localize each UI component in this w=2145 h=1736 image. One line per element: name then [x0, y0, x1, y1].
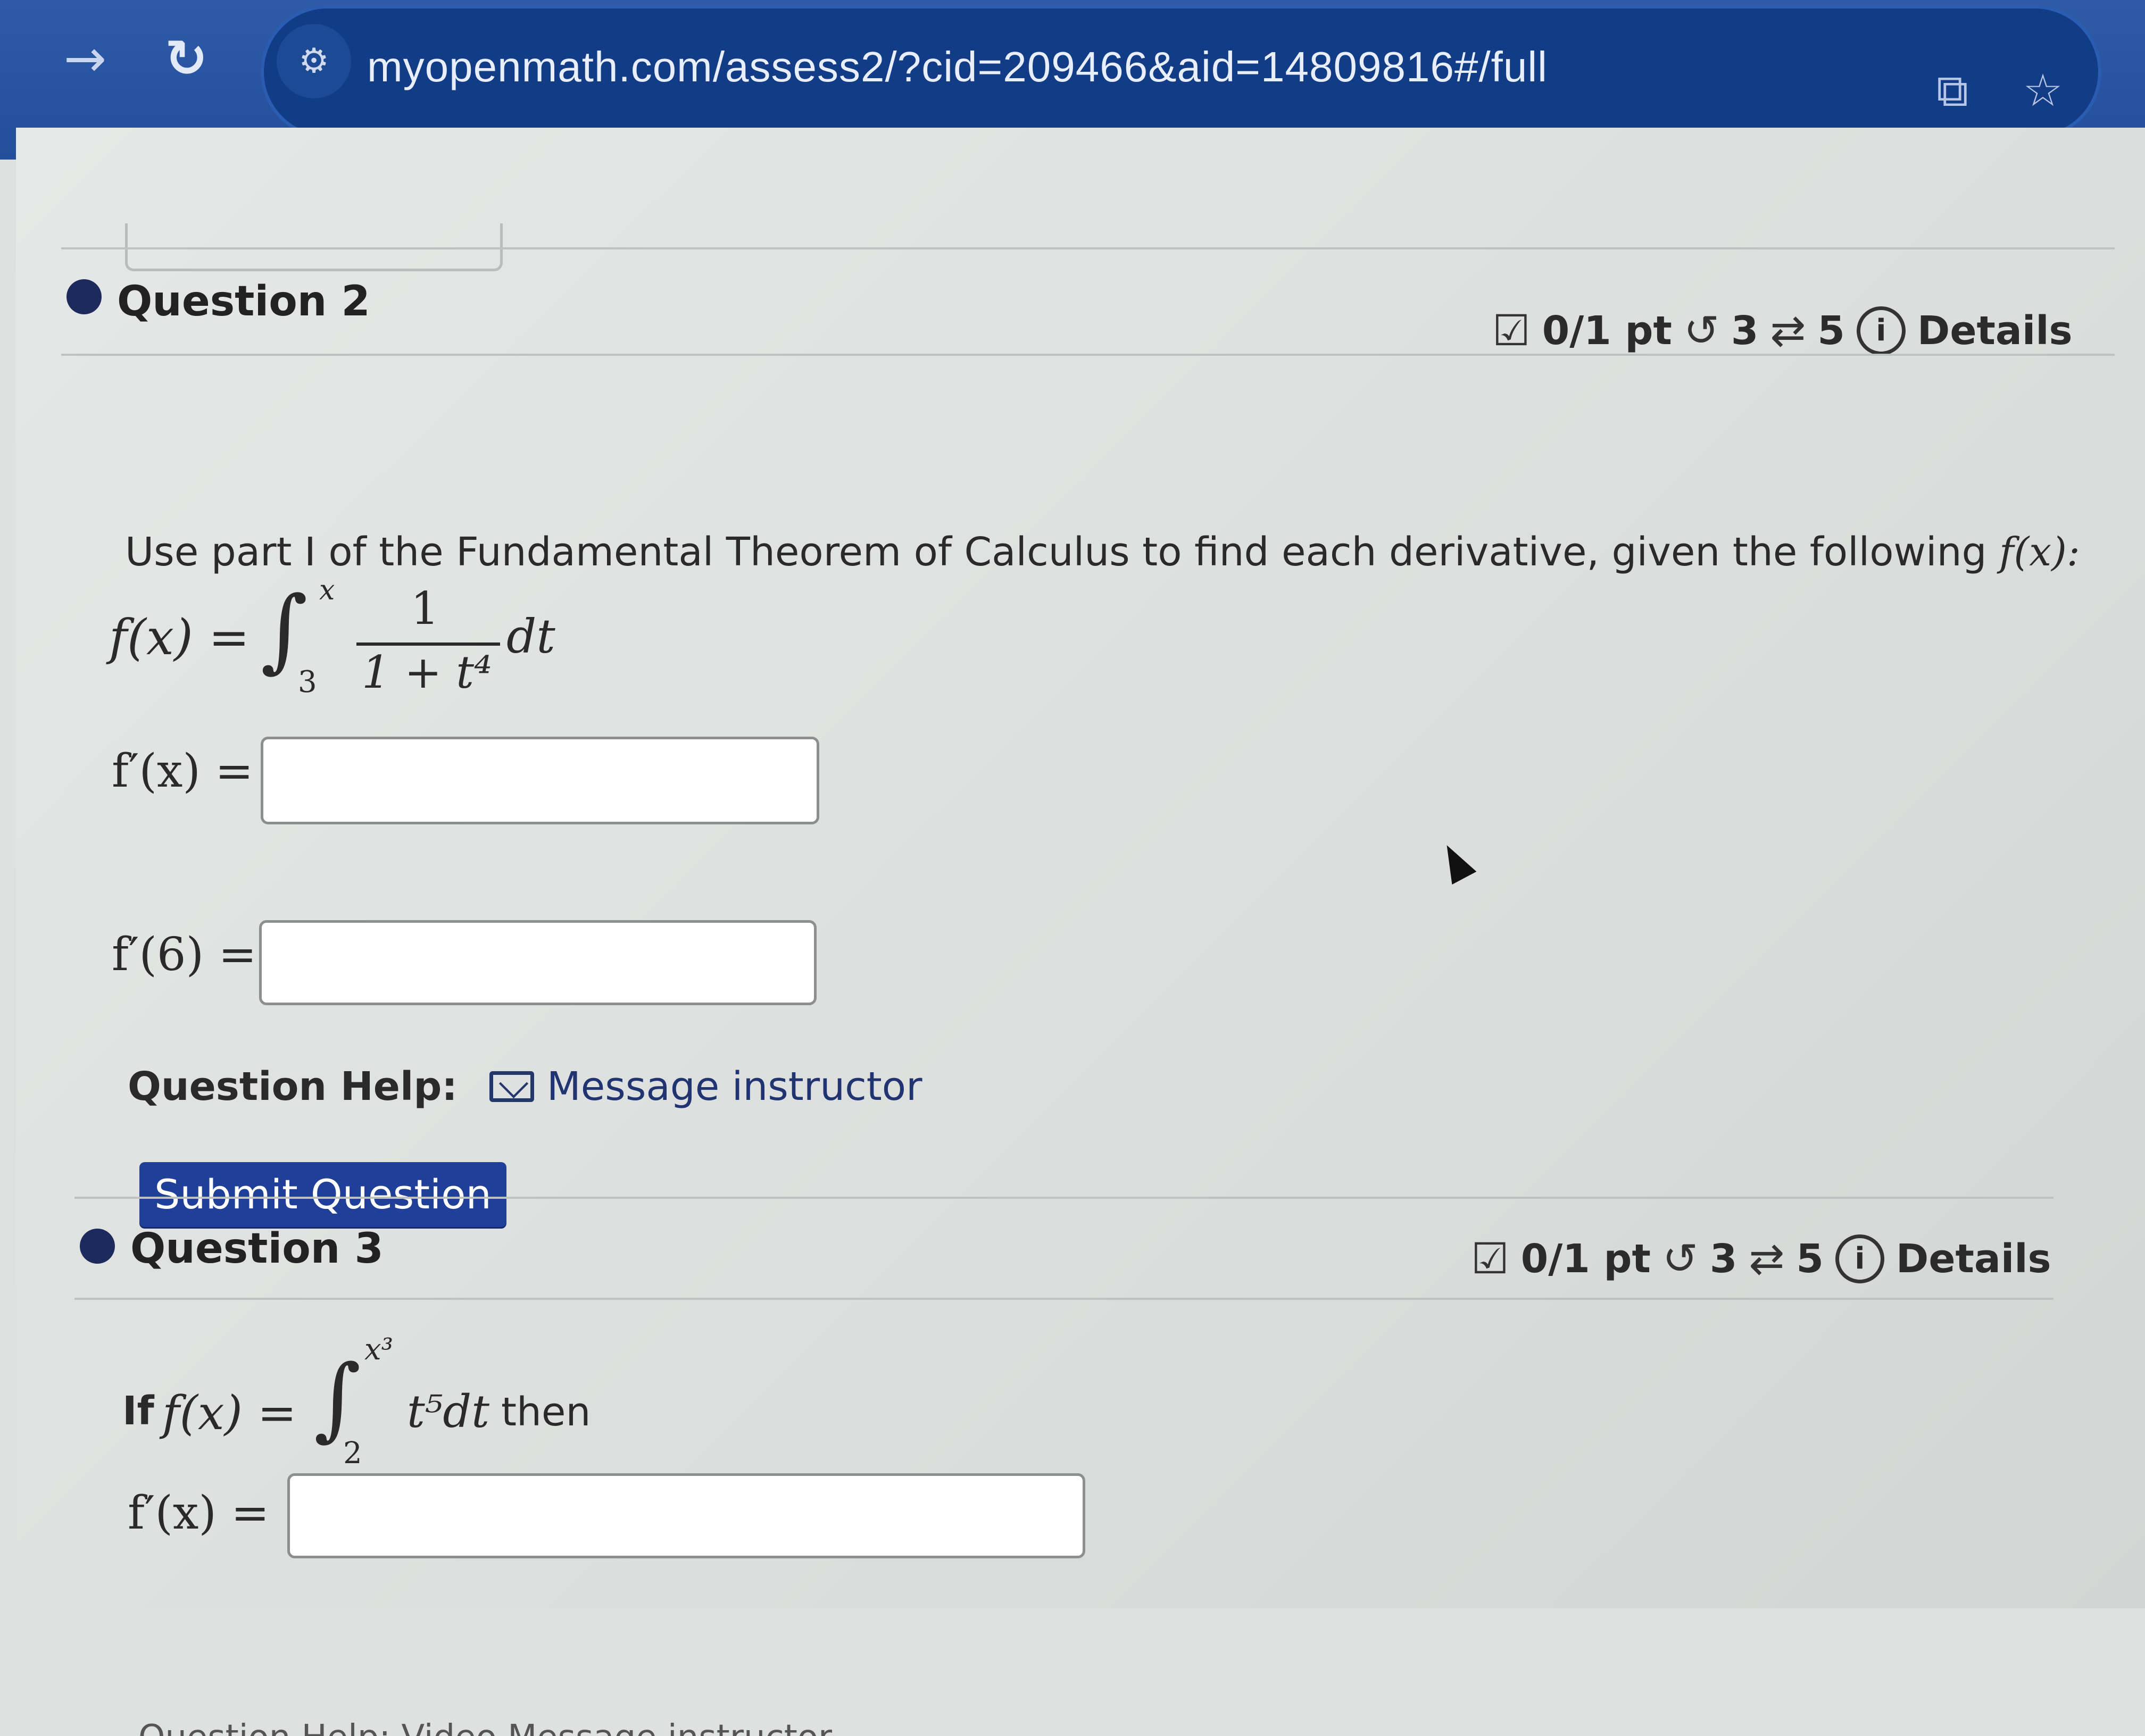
info-icon[interactable]: i — [1835, 1234, 1884, 1283]
regen-count: 5 — [1796, 1236, 1824, 1282]
reload-icon[interactable]: ↻ — [149, 21, 223, 96]
upper-limit: x — [319, 574, 335, 606]
forward-arrow-icon[interactable]: → — [48, 21, 122, 96]
question-3-title: Question 3 — [130, 1225, 384, 1273]
answer-1-input[interactable] — [261, 737, 819, 824]
translate-icon[interactable]: ⧉ — [1920, 59, 1984, 122]
upper-limit: x³ — [364, 1332, 394, 1367]
fraction-numerator: 1 — [411, 582, 439, 635]
answer-2-input[interactable] — [259, 920, 817, 1005]
details-link[interactable]: Details — [1896, 1236, 2051, 1282]
divider — [74, 1197, 2053, 1199]
mail-icon[interactable] — [489, 1071, 534, 1102]
details-link[interactable]: Details — [1917, 308, 2073, 354]
prompt-function: f(x): — [1999, 529, 2080, 575]
then-text: then — [501, 1389, 591, 1435]
info-icon[interactable]: i — [1856, 306, 1906, 355]
score-text: 0/1 pt — [1520, 1236, 1651, 1282]
integrand: t⁵dt — [407, 1386, 489, 1438]
divider — [61, 354, 2115, 356]
mouse-cursor-icon — [1434, 838, 1477, 885]
lower-limit: 3 — [298, 665, 317, 699]
fraction-bar — [356, 642, 500, 646]
regen-count: 5 — [1817, 307, 1845, 354]
fraction-denominator: 1 + t⁴ — [362, 646, 492, 698]
site-info-icon[interactable]: ⚙ — [277, 24, 351, 98]
answer-input[interactable] — [287, 1473, 1085, 1558]
question-2-prompt: Use part I of the Fundamental Theorem of… — [125, 529, 2080, 575]
answer-label: f′(x) = — [128, 1487, 270, 1540]
question-3-meta: ☑ 0/1 pt ↺ 3 ⇄ 5 i Details — [1471, 1234, 2051, 1283]
question-help-label: Question Help: — [128, 1064, 458, 1109]
question-help: Question Help: Message instructor — [128, 1064, 922, 1109]
url-text[interactable]: myopenmath.com/assess2/?cid=209466&aid=1… — [367, 43, 1548, 91]
question-status-dot — [80, 1229, 115, 1264]
answer-1-label: f′(x) = — [112, 745, 254, 798]
attempts-count: 3 — [1709, 1236, 1737, 1282]
divider — [61, 247, 2115, 249]
divider — [74, 1298, 2053, 1300]
lower-limit: 2 — [343, 1436, 362, 1471]
score-text: 0/1 pt — [1542, 307, 1672, 354]
question-status-dot — [66, 279, 102, 314]
regenerate-icon: ⇄ — [1749, 1234, 1785, 1283]
question-2-title: Question 2 — [117, 278, 370, 326]
attempts-icon: ↺ — [1683, 306, 1719, 355]
differential: dt — [506, 609, 555, 664]
regenerate-icon: ⇄ — [1770, 306, 1806, 355]
integral-sign: ∫ — [314, 1346, 361, 1451]
message-instructor-link[interactable]: Message instructor — [547, 1064, 922, 1109]
prompt-text: Use part I of the Fundamental Theorem of… — [125, 529, 1999, 575]
attempts-icon: ↺ — [1662, 1234, 1698, 1283]
bookmark-star-icon[interactable]: ☆ — [2011, 59, 2075, 122]
assessment-page: Question 2 ☑ 0/1 pt ↺ 3 ⇄ 5 i Details Us… — [16, 128, 2145, 1736]
formula-lhs: f(x) = — [109, 609, 250, 666]
submit-question-button[interactable]: Submit Question — [139, 1162, 506, 1227]
question-2-meta: ☑ 0/1 pt ↺ 3 ⇄ 5 i Details — [1492, 306, 2073, 355]
formula-lhs: f(x) = — [162, 1386, 297, 1440]
answer-2-label: f′(6) = — [112, 928, 257, 981]
score-checkbox-icon: ☑ — [1471, 1234, 1509, 1283]
score-checkbox-icon: ☑ — [1492, 306, 1531, 355]
question-3-help-partial: Question Help: Video Message instructor — [138, 1718, 832, 1736]
attempts-count: 3 — [1731, 307, 1759, 354]
if-text: If — [122, 1388, 154, 1434]
